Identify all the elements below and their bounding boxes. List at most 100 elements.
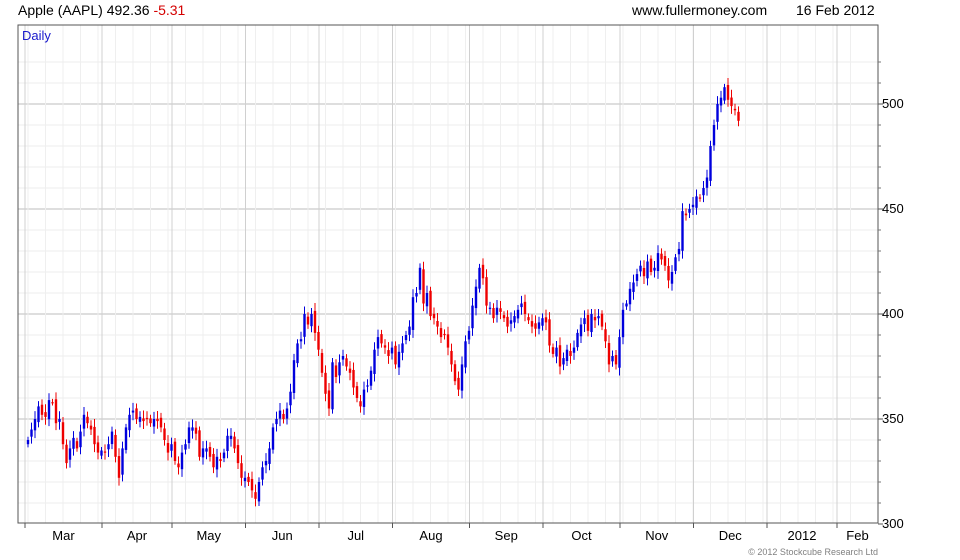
candle-down [236, 445, 240, 464]
y-tick-label: 450 [882, 201, 904, 216]
candle-up [656, 253, 660, 272]
candle-up [611, 356, 614, 362]
candle-down [306, 316, 310, 325]
candle-down [527, 317, 530, 321]
candle-up [565, 349, 569, 362]
candle-down [551, 347, 555, 354]
candle-down [114, 434, 117, 457]
y-tick-label: 500 [882, 96, 904, 111]
candle-down [446, 334, 450, 348]
candle-down [233, 436, 236, 449]
x-tick-label: Apr [127, 528, 148, 543]
candle-down [93, 426, 96, 445]
candle-up [243, 477, 247, 482]
candle-down [604, 329, 607, 342]
candle-up [376, 337, 380, 349]
candle-down [422, 269, 425, 304]
candle-down [485, 277, 488, 306]
candle-up [366, 385, 369, 387]
candle-down [530, 321, 534, 327]
candle-up [632, 282, 635, 292]
candle-down [89, 425, 93, 430]
candle-down [163, 428, 166, 440]
candle-down [649, 258, 653, 272]
candle-down [544, 317, 548, 323]
candle-down [317, 331, 320, 350]
candle-up [310, 314, 313, 327]
candle-down [432, 313, 436, 319]
candle-down [614, 355, 618, 365]
candle-down [177, 463, 180, 468]
candle-up [180, 452, 184, 470]
candle-down [75, 441, 79, 449]
x-tick-label: Sep [495, 528, 518, 543]
candle-up [68, 448, 72, 460]
candle-up [303, 314, 306, 337]
price-chart: Mar Apr May Jun Jul Aug Sep Oct Nov Dec 2012 Feb 300… [17, 24, 904, 543]
candle-down [453, 364, 457, 382]
candle-up [723, 87, 726, 101]
candle-up [285, 408, 289, 419]
candle-up [719, 97, 723, 106]
candle-down [548, 319, 551, 346]
candle-up [467, 330, 471, 340]
candle-up [331, 362, 334, 410]
candle-up [474, 286, 478, 309]
candle-up [261, 467, 264, 480]
candle-down [345, 358, 348, 367]
candle-down [663, 256, 667, 266]
candle-up [618, 337, 621, 368]
candle-up [404, 335, 408, 341]
candle-down [54, 399, 58, 424]
candle-up [184, 444, 187, 450]
candle-up [418, 267, 422, 290]
candle-up [621, 309, 625, 338]
candle-up [390, 347, 394, 354]
candle-up [674, 257, 677, 271]
candle-up [397, 351, 401, 368]
candle-up [537, 322, 541, 329]
chart-grid [18, 25, 878, 523]
candle-up [107, 444, 110, 450]
candle-up [79, 431, 82, 448]
candle-up [257, 482, 261, 502]
candle-up [562, 358, 565, 365]
candle-up [296, 343, 299, 364]
candle-down [387, 350, 390, 356]
candle-up [590, 314, 593, 333]
candle-up [695, 196, 698, 208]
candle-down [313, 310, 317, 333]
candle-up [597, 316, 600, 319]
candle-down [359, 401, 362, 407]
candle-up [222, 452, 226, 459]
candle-down [117, 456, 121, 478]
candle-up [187, 427, 191, 444]
candle-up [411, 297, 415, 330]
candle-up [460, 364, 464, 391]
candle-up [33, 419, 37, 431]
candle-down [348, 368, 352, 373]
candle-up [572, 347, 576, 353]
candle-down [436, 320, 439, 327]
candle-down [355, 386, 359, 398]
candle-down [492, 308, 495, 319]
candle-down [593, 316, 597, 321]
candle-up [691, 204, 695, 208]
candle-down [457, 377, 460, 390]
candle-up [170, 444, 173, 451]
candle-down [569, 350, 572, 356]
candle-up [425, 293, 429, 307]
candle-up [201, 448, 205, 458]
candle-down [51, 402, 54, 404]
candle-down [502, 315, 506, 319]
candle-down [684, 213, 688, 216]
candle-down [61, 422, 65, 445]
candle-up [341, 356, 345, 360]
candle-up [677, 248, 681, 255]
candle-up [292, 360, 296, 393]
y-tick-label: 350 [882, 411, 904, 426]
candles [26, 78, 740, 507]
candle-up [191, 427, 194, 431]
candle-down [523, 301, 527, 314]
candle-up [688, 209, 691, 213]
